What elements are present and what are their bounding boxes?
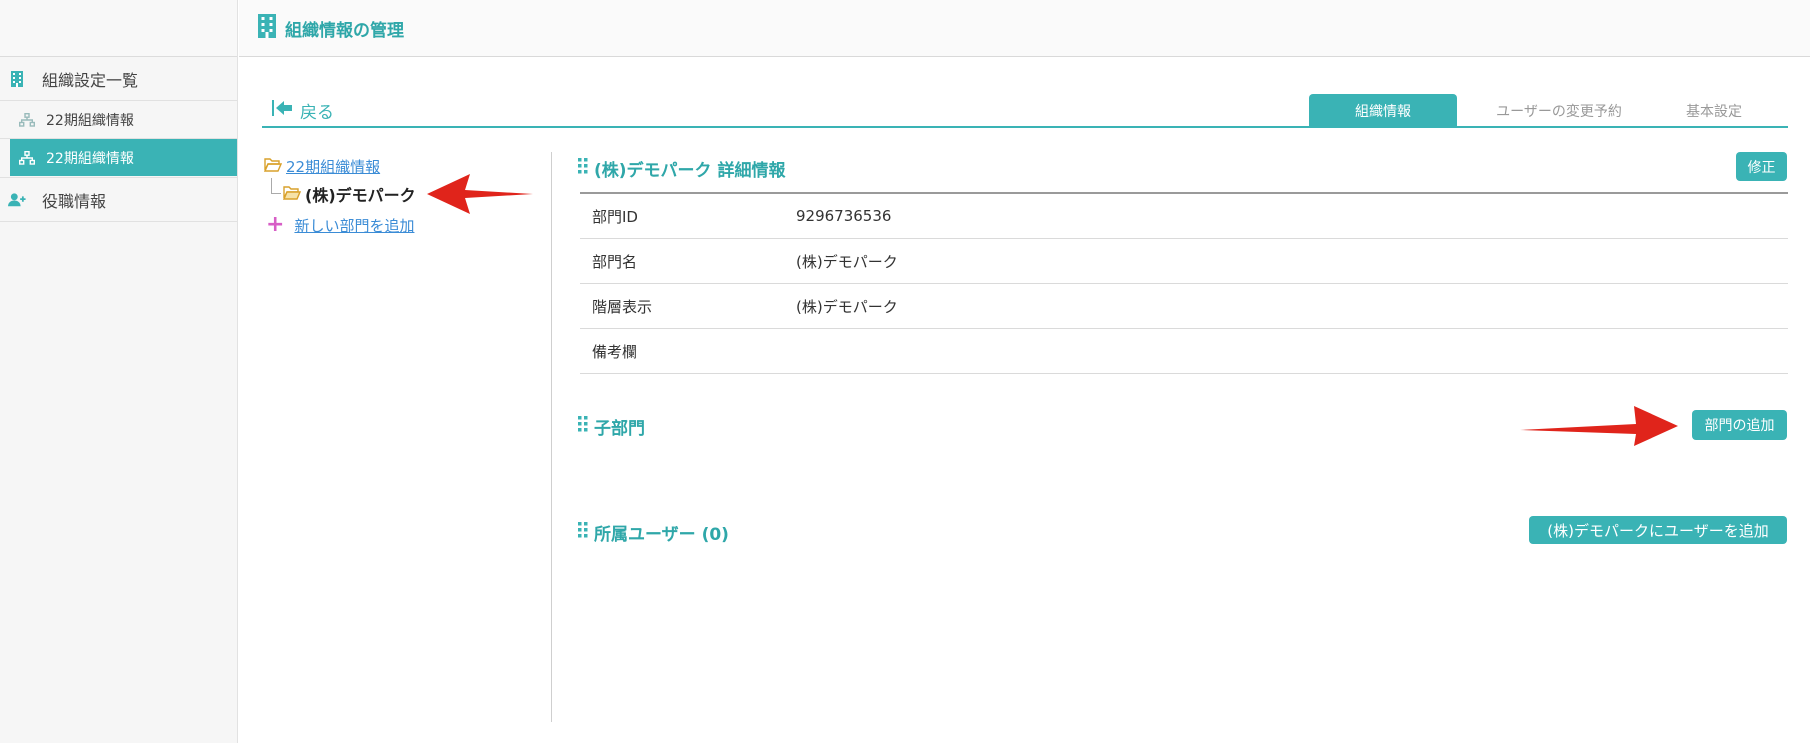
- add-user-button[interactable]: (株)デモパークにユーザーを追加: [1529, 516, 1787, 544]
- edit-button[interactable]: 修正: [1736, 152, 1787, 181]
- building-icon: [8, 70, 26, 87]
- annotation-arrow-left-icon: [427, 174, 533, 214]
- sidebar-top-spacer: [0, 0, 237, 57]
- department-tree: 22期組織情報 (株)デモパーク + 新しい部門を追加: [262, 152, 552, 722]
- row-key: 部門ID: [592, 207, 638, 226]
- tab-label: ユーザーの変更予約: [1496, 104, 1622, 120]
- members-title-text: 所属ユーザー (0): [594, 525, 729, 545]
- back-button[interactable]: 戻る: [272, 98, 334, 123]
- grip-icon: [578, 522, 588, 543]
- row-value: (株)デモパーク: [796, 252, 898, 271]
- row-value: 9296736536: [796, 207, 892, 225]
- grip-icon: [578, 416, 588, 437]
- sidebar-section-label: 組織設定一覧: [42, 70, 139, 90]
- detail-section-title: (株)デモパーク 詳細情報: [578, 156, 785, 181]
- row-key: 備考欄: [592, 342, 638, 361]
- sidebar-item-org-22-active[interactable]: 22期組織情報: [10, 139, 237, 176]
- sidebar-section-label: 役職情報: [42, 191, 107, 211]
- tab-basic-settings[interactable]: 基本設定: [1640, 94, 1788, 128]
- tab-label: 基本設定: [1686, 104, 1742, 120]
- members-title: 所属ユーザー (0): [578, 520, 729, 545]
- tree-root-link[interactable]: 22期組織情報: [286, 156, 380, 177]
- sidebar-section-roles[interactable]: 役職情報: [0, 178, 237, 222]
- row-key: 部門名: [592, 252, 638, 271]
- row-key: 階層表示: [592, 297, 653, 316]
- detail-table: 部門ID 9296736536 部門名 (株)デモパーク 階層表示 (株)デモパ…: [580, 192, 1788, 374]
- add-department-link[interactable]: 新しい部門を追加: [294, 215, 414, 236]
- building-icon: [257, 14, 277, 42]
- sidebar: 組織設定一覧 22期組織情報 22期組織情報 役職情報: [0, 0, 238, 743]
- user-plus-icon: [8, 192, 26, 208]
- folder-open-icon: [282, 185, 302, 204]
- sidebar-item-org-22[interactable]: 22期組織情報: [0, 101, 237, 139]
- tab-label: 組織情報: [1355, 104, 1411, 120]
- annotation-arrow-right-icon: [1520, 406, 1678, 446]
- tab-user-change-reservation[interactable]: ユーザーの変更予約: [1474, 94, 1644, 128]
- sidebar-item-label: 22期組織情報: [46, 112, 134, 129]
- add-department-button[interactable]: 部門の追加: [1692, 410, 1787, 440]
- table-row: 部門名 (株)デモパーク: [580, 239, 1788, 284]
- page-title: 組織情報の管理: [285, 20, 404, 41]
- tree-root-node[interactable]: 22期組織情報: [263, 156, 380, 177]
- sitemap-icon: [18, 150, 36, 165]
- child-departments-text: 子部門: [594, 419, 645, 439]
- back-label: 戻る: [300, 103, 334, 123]
- row-value: (株)デモパーク: [796, 297, 898, 316]
- sidebar-item-label: 22期組織情報: [46, 150, 134, 167]
- table-row: 階層表示 (株)デモパーク: [580, 284, 1788, 329]
- tab-org-info[interactable]: 組織情報: [1309, 94, 1457, 128]
- back-arrow-icon: [272, 99, 294, 122]
- tab-bar: 戻る 組織情報 ユーザーの変更予約 基本設定: [262, 92, 1788, 128]
- sidebar-section-org-settings[interactable]: 組織設定一覧: [0, 57, 237, 101]
- page-header: 組織情報の管理: [239, 0, 1810, 57]
- tree-child-label: (株)デモパーク: [305, 186, 416, 205]
- plus-icon: +: [266, 212, 285, 237]
- tree-child-node[interactable]: (株)デモパーク: [282, 182, 416, 206]
- detail-title-text: (株)デモパーク 詳細情報: [594, 161, 786, 181]
- grip-icon: [578, 158, 588, 179]
- sitemap-icon: [18, 112, 36, 127]
- folder-open-icon: [263, 157, 283, 176]
- child-departments-title: 子部門: [578, 414, 645, 439]
- table-row: 部門ID 9296736536: [580, 194, 1788, 239]
- tree-connector: [271, 178, 281, 194]
- table-row: 備考欄: [580, 329, 1788, 374]
- add-department-row[interactable]: + 新しい部門を追加: [266, 214, 414, 236]
